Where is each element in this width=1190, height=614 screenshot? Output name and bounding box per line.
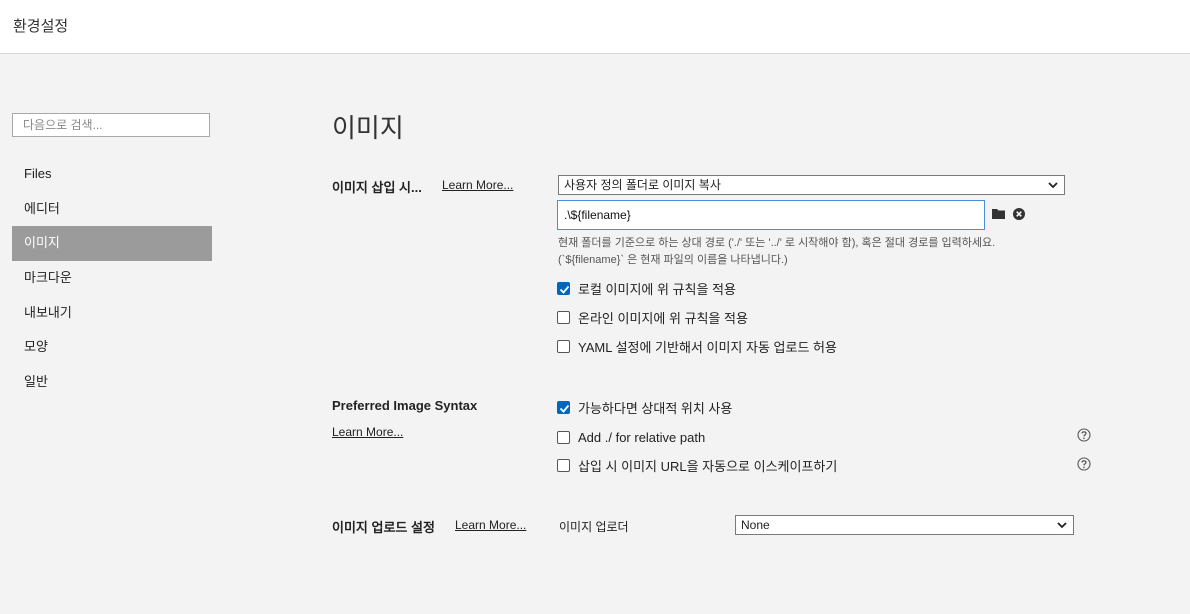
sidebar-nav: Files 에디터 이미지 마크다운 내보내기 모양 일반 xyxy=(12,157,212,400)
help-icon[interactable] xyxy=(1077,428,1091,442)
sidebar-item-appearance[interactable]: 모양 xyxy=(12,330,212,365)
page-title: 이미지 xyxy=(332,113,404,143)
help-icon[interactable] xyxy=(1077,457,1091,471)
insert-image-label: 이미지 삽입 시... xyxy=(332,180,422,195)
image-syntax-learn-more-link[interactable]: Learn More... xyxy=(332,425,403,439)
escape-url-label: 삽입 시 이미지 URL을 자동으로 이스케이프하기 xyxy=(578,458,838,474)
image-uploader-label: 이미지 업로더 xyxy=(559,520,629,534)
sidebar-item-image[interactable]: 이미지 xyxy=(12,226,212,262)
escape-url-checkbox[interactable] xyxy=(557,458,570,472)
image-folder-path-input[interactable] xyxy=(557,200,985,230)
path-hint-line2: (`${filename}` 은 현재 파일의 이름을 나타냅니다.) xyxy=(558,254,788,266)
apply-local-images-checkbox[interactable] xyxy=(557,281,570,295)
relative-position-label: 가능하다면 상대적 위치 사용 xyxy=(578,400,733,416)
folder-icon[interactable] xyxy=(992,208,1006,220)
checkmark-icon xyxy=(559,404,570,413)
chevron-down-icon xyxy=(1048,182,1058,189)
title-bar: 환경설정 xyxy=(0,0,1190,54)
path-hint-line1: 현재 폴더를 기준으로 하는 상대 경로 ('./' 또는 '../' 로 시작… xyxy=(558,237,996,249)
insert-image-action-select[interactable]: 사용자 정의 폴더로 이미지 복사 xyxy=(558,175,1065,195)
apply-local-images-option[interactable]: 로컬 이미지에 위 규칙을 적용 xyxy=(557,280,736,297)
yaml-auto-upload-checkbox[interactable] xyxy=(557,339,570,353)
sidebar-item-export[interactable]: 내보내기 xyxy=(12,296,212,331)
checkmark-icon xyxy=(559,285,570,294)
image-upload-learn-more-link[interactable]: Learn More... xyxy=(455,518,526,532)
relative-position-checkbox[interactable] xyxy=(557,400,570,414)
add-dot-slash-option[interactable]: Add ./ for relative path xyxy=(557,429,705,445)
image-upload-label: 이미지 업로드 설정 xyxy=(332,520,435,535)
image-uploader-value: None xyxy=(741,518,770,532)
escape-url-option[interactable]: 삽입 시 이미지 URL을 자동으로 이스케이프하기 xyxy=(557,457,838,474)
apply-online-images-label: 온라인 이미지에 위 규칙을 적용 xyxy=(578,310,748,326)
apply-online-images-option[interactable]: 온라인 이미지에 위 규칙을 적용 xyxy=(557,309,748,326)
window-title: 환경설정 xyxy=(13,18,69,35)
add-dot-slash-label: Add ./ for relative path xyxy=(578,429,706,445)
yaml-auto-upload-option[interactable]: YAML 설정에 기반해서 이미지 자동 업로드 허용 xyxy=(557,338,837,355)
image-uploader-select[interactable]: None xyxy=(735,515,1074,535)
image-syntax-label: Preferred Image Syntax xyxy=(332,398,478,413)
apply-online-images-checkbox[interactable] xyxy=(557,310,570,324)
search-input[interactable] xyxy=(12,113,210,137)
add-dot-slash-checkbox[interactable] xyxy=(557,430,570,444)
apply-local-images-label: 로컬 이미지에 위 규칙을 적용 xyxy=(578,281,736,297)
yaml-auto-upload-label: YAML 설정에 기반해서 이미지 자동 업로드 허용 xyxy=(578,339,837,355)
chevron-down-icon xyxy=(1057,522,1067,529)
clear-icon[interactable] xyxy=(1013,208,1025,220)
relative-position-option[interactable]: 가능하다면 상대적 위치 사용 xyxy=(557,399,733,416)
insert-image-learn-more-link[interactable]: Learn More... xyxy=(442,178,513,192)
sidebar-item-markdown[interactable]: 마크다운 xyxy=(12,261,212,296)
sidebar-item-editor[interactable]: 에디터 xyxy=(12,192,212,227)
sidebar-item-general[interactable]: 일반 xyxy=(12,365,212,400)
insert-image-action-value: 사용자 정의 폴더로 이미지 복사 xyxy=(564,178,721,192)
sidebar-item-files[interactable]: Files xyxy=(12,157,212,192)
